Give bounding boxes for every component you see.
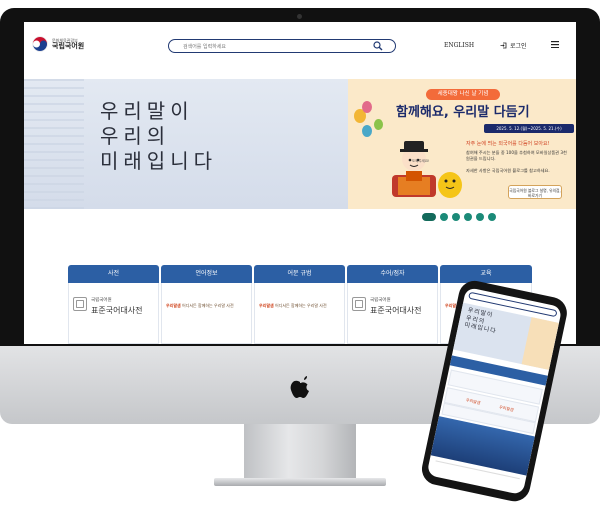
logo-text: 문화체육관광부 국립국어원 — [52, 38, 85, 50]
apple-logo-icon — [290, 376, 309, 398]
hero-pattern — [24, 79, 84, 209]
event-banner[interactable]: 세종대왕 나신 날 기념 함께해요, 우리말 다듬기 2025. 5. 12.(… — [348, 79, 576, 209]
card-urimalsaem[interactable]: 우리말샘 어디서든 함께하는 우리말 사전 — [161, 283, 252, 344]
hero-slogan: 우리말이 우리의 미래입니다 — [100, 99, 217, 174]
hero-line-3: 미래입니다 — [100, 149, 217, 173]
login-icon — [500, 42, 507, 49]
mascot-bubble: 도와주세요! — [412, 159, 430, 163]
event-date: 2025. 5. 12.(월)~2025. 5. 21.(수) — [484, 124, 574, 133]
login-label: 로그인 — [510, 43, 527, 50]
event-tag: 세종대왕 나신 날 기념 — [426, 89, 500, 100]
site-header: 문화체육관광부 국립국어원 검색어를 입력하세요 ENGLISH 로그인 — [24, 22, 576, 66]
hero-slogan-panel: 우리말이 우리의 미래입니다 — [24, 79, 348, 209]
balloon-icon — [362, 101, 372, 113]
imac-base — [214, 478, 386, 486]
card-hand-text: 어디서든 함께하는 우리말 사전 — [182, 303, 234, 308]
phone-screen: 우리말이 우리의 미래입니다 우리말샘 우리말샘 — [426, 286, 563, 496]
balloon-icon — [374, 119, 383, 130]
phone-card-hand: 우리말샘 — [498, 404, 515, 413]
pager-dot[interactable] — [488, 213, 496, 221]
card-sub: 국립국어원 — [91, 298, 112, 303]
card-handwriting: 우리말샘 어디서든 함께하는 우리말 사전 — [259, 303, 327, 309]
login-link[interactable]: 로그인 — [500, 41, 527, 50]
tab-norms[interactable]: 어문 규범 — [254, 265, 345, 283]
event-title: 함께해요, 우리말 다듬기 — [396, 105, 530, 120]
king-mascot-icon — [392, 141, 436, 197]
card-handwriting: 우리말샘 어디서든 함께하는 우리말 사전 — [166, 303, 234, 309]
english-link[interactable]: ENGLISH — [444, 42, 474, 49]
site-logo[interactable]: 문화체육관광부 국립국어원 — [32, 36, 84, 52]
card-name: 표준국어대사전 — [91, 306, 143, 315]
card-urimalsaem[interactable]: 우리말샘 어디서든 함께하는 우리말 사전 — [254, 283, 345, 344]
event-text-1: 자주 눈에 띄는 외국어를 다듬어 보아요! — [466, 141, 550, 147]
hamburger-menu-icon[interactable] — [551, 41, 559, 48]
tab-language-info[interactable]: 언어정보 — [161, 265, 252, 283]
phone-hero-text: 우리말이 우리의 미래입니다 — [464, 307, 501, 336]
event-blog-button[interactable]: 국립국어원 블로그 설명, 유의점, 바로가기 — [508, 185, 562, 199]
banner-pager — [422, 213, 496, 221]
hero-line-1: 우리말이 — [100, 99, 194, 123]
tab-sign-braille[interactable]: 수어/점자 — [347, 265, 438, 283]
pager-dot[interactable] — [422, 213, 436, 221]
balloon-icon — [362, 125, 372, 137]
card-sub: 국립국어원 — [370, 298, 391, 303]
pager-dot[interactable] — [452, 213, 460, 221]
camera-icon — [297, 14, 302, 19]
card-hand-prefix: 우리말샘 — [259, 303, 274, 308]
pager-dot[interactable] — [440, 213, 448, 221]
search-icon[interactable] — [373, 41, 383, 51]
pager-dot[interactable] — [464, 213, 472, 221]
logo-institute: 국립국어원 — [52, 41, 85, 50]
card-standard-dictionary[interactable]: 국립국어원 표준국어대사전 — [68, 283, 159, 344]
pager-dot[interactable] — [476, 213, 484, 221]
hero-line-2: 우리의 — [100, 124, 171, 148]
institute-seal-icon — [73, 297, 87, 311]
imac-stand — [244, 424, 356, 482]
search-bar[interactable]: 검색어를 입력하세요 — [168, 39, 396, 53]
tab-dictionary[interactable]: 사전 — [68, 265, 159, 283]
event-text-3: 자세한 사항은 국립국어원 블로그를 참고하세요. — [466, 168, 550, 173]
search-placeholder: 검색어를 입력하세요 — [183, 44, 226, 50]
card-hand-prefix: 우리말샘 — [166, 303, 181, 308]
card-hand-text: 어디서든 함께하는 우리말 사전 — [275, 303, 327, 308]
yellow-mascot-icon — [438, 172, 462, 198]
phone-card-hand: 우리말샘 — [465, 397, 481, 406]
taegeuk-logo-icon — [32, 36, 48, 52]
institute-seal-icon — [352, 297, 366, 311]
card-name: 표준국어대사전 — [370, 306, 422, 315]
event-text-2: 참여해 주시는 분들 중 100을 추첨하여 모바일상품권 3천 원권을 드립니… — [466, 150, 567, 161]
